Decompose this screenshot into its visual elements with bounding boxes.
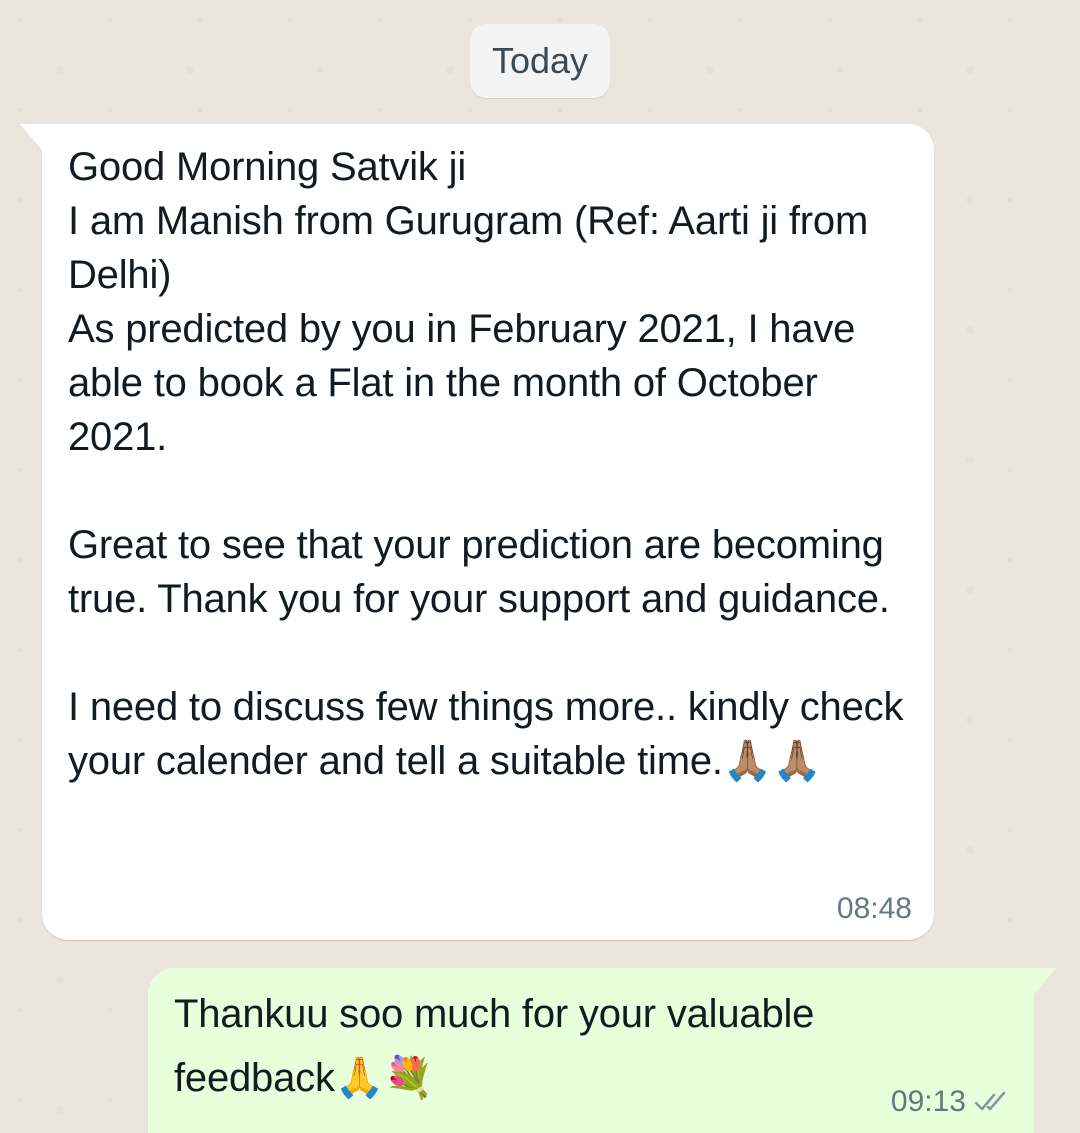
message-meta: 09:13 [891, 1085, 1014, 1119]
message-timestamp: 09:13 [890, 1085, 966, 1118]
chat-view[interactable]: Today Good Morning Satvik ji I am Manish… [0, 0, 1080, 1133]
message-text: Thankuu soo much for your valuable feedb… [174, 992, 826, 1100]
message-text: Good Morning Satvik ji I am Manish from … [68, 145, 904, 783]
outgoing-message[interactable]: Thankuu soo much for your valuable feedb… [148, 968, 1056, 1133]
message-timestamp: 08:48 [836, 892, 912, 925]
double-check-icon [974, 1091, 1006, 1111]
date-separator: Today [470, 24, 610, 98]
incoming-message[interactable]: Good Morning Satvik ji I am Manish from … [20, 124, 934, 940]
date-separator-label: Today [491, 40, 589, 81]
